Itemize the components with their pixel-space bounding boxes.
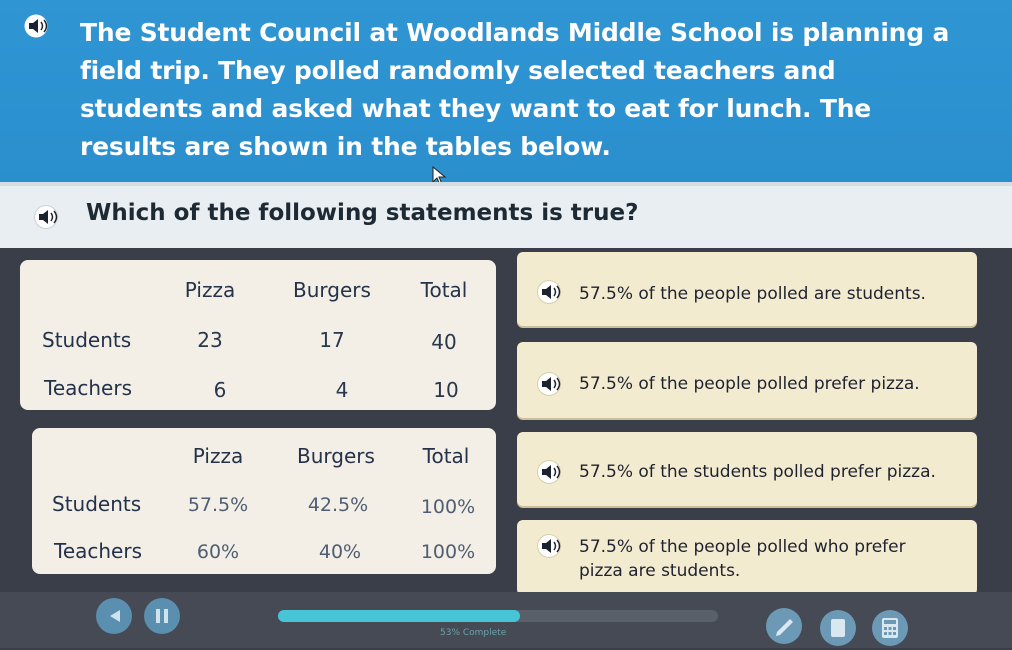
answer-text-line-1: 57.5% of the people polled who prefer (579, 537, 906, 557)
pause-button[interactable] (144, 598, 180, 634)
progress-label: 53% Complete (440, 628, 507, 638)
notepad-icon (831, 619, 845, 637)
table-cell: 40 (431, 330, 457, 354)
table-cell: 100% (420, 541, 476, 563)
speaker-icon[interactable] (537, 460, 567, 484)
speaker-icon[interactable] (537, 280, 567, 304)
table-cell: 57.5% (187, 494, 249, 516)
table-cell: 100% (420, 496, 476, 518)
table-header: Burgers (297, 444, 375, 468)
speaker-icon[interactable] (537, 372, 567, 396)
answer-choice-d[interactable]: 57.5% of the people polled who prefer pi… (517, 520, 977, 594)
table-header: Total (420, 278, 468, 302)
row-label: Teachers (44, 376, 132, 400)
back-button[interactable] (96, 598, 132, 634)
table-cell: 23 (197, 328, 223, 352)
row-label: Students (42, 328, 132, 352)
row-label: Teachers (54, 539, 142, 563)
table-cell: 6 (213, 378, 227, 402)
progress-bar (278, 610, 718, 622)
notes-button[interactable] (820, 610, 856, 646)
percent-table: Pizza Burgers Total Students 57.5% 42.5%… (32, 428, 496, 574)
count-table: Pizza Burgers Total Students 23 17 40 Te… (20, 260, 496, 410)
answer-text: 57.5% of the people polled prefer pizza. (579, 374, 920, 394)
speaker-icon[interactable] (24, 14, 54, 38)
answer-text: 57.5% of the people polled are students. (579, 284, 926, 304)
table-cell: 10 (433, 378, 459, 402)
table-cell: 42.5% (307, 494, 369, 516)
table-cell: 17 (319, 328, 345, 352)
table-cell: 4 (335, 378, 349, 402)
back-arrow-icon (110, 610, 120, 622)
pencil-button[interactable] (766, 608, 802, 644)
table-header: Pizza (184, 278, 236, 302)
answer-text-line-2: pizza are students. (579, 561, 741, 581)
pencil-icon (776, 619, 793, 636)
progress-fill (278, 610, 520, 622)
speaker-icon[interactable] (537, 534, 567, 558)
answer-choice-a[interactable]: 57.5% of the people polled are students. (517, 252, 977, 326)
speaker-icon[interactable] (34, 205, 64, 229)
table-header: Burgers (293, 278, 371, 302)
pause-icon (156, 609, 168, 623)
calculator-icon (882, 618, 898, 638)
table-header: Total (422, 444, 470, 468)
question-text: The Student Council at Woodlands Middle … (80, 18, 950, 161)
row-label: Students (52, 492, 142, 516)
table-header: Pizza (192, 444, 244, 468)
table-cell: 40% (318, 541, 362, 563)
answer-choice-c[interactable]: 57.5% of the students polled prefer pizz… (517, 432, 977, 506)
prompt-text: Which of the following statements is tru… (86, 200, 639, 226)
answer-choice-b[interactable]: 57.5% of the people polled prefer pizza. (517, 342, 977, 418)
table-cell: 60% (196, 541, 240, 563)
answer-text: 57.5% of the students polled prefer pizz… (579, 462, 936, 482)
calculator-button[interactable] (872, 610, 908, 646)
